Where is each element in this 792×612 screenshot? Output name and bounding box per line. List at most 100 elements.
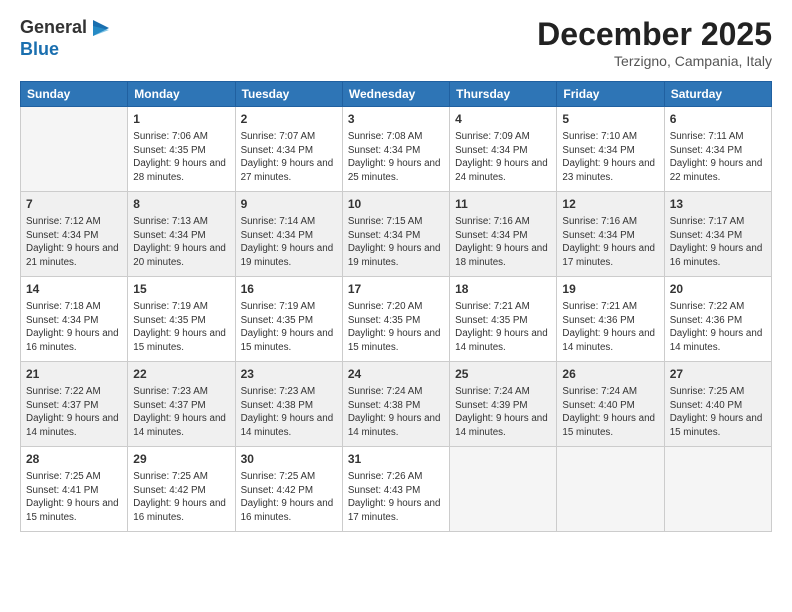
day-info: Sunrise: 7:10 AMSunset: 4:34 PMDaylight:… [562, 130, 658, 185]
day-number: 9 [241, 196, 337, 213]
calendar-cell: 4 Sunrise: 7:09 AMSunset: 4:34 PMDaylight… [450, 107, 557, 192]
day-info: Sunrise: 7:19 AMSunset: 4:35 PMDaylight:… [241, 300, 337, 355]
day-info: Sunrise: 7:21 AMSunset: 4:36 PMDaylight:… [562, 300, 658, 355]
calendar-cell [664, 447, 771, 532]
day-info: Sunrise: 7:20 AMSunset: 4:35 PMDaylight:… [348, 300, 444, 355]
day-number: 3 [348, 111, 444, 128]
calendar-body: 1Sunrise: 7:06 AMSunset: 4:35 PMDaylight… [21, 107, 772, 532]
weekday-header-sunday: Sunday [21, 82, 128, 107]
day-number: 14 [26, 281, 122, 298]
logo-icon [89, 16, 113, 40]
day-info: Sunrise: 7:25 AMSunset: 4:42 PMDaylight:… [241, 470, 337, 525]
calendar-week-row: 21Sunrise: 7:22 AMSunset: 4:37 PMDayligh… [21, 362, 772, 447]
calendar-cell: 26 Sunrise: 7:24 AMSunset: 4:40 PMDayligh… [557, 362, 664, 447]
day-number: 27 [670, 366, 766, 383]
day-number: 6 [670, 111, 766, 128]
calendar-cell: 28 Sunrise: 7:25 AMSunset: 4:41 PMDayligh… [21, 447, 128, 532]
calendar-cell: 3 Sunrise: 7:08 AMSunset: 4:34 PMDaylight… [342, 107, 449, 192]
calendar-subtitle: Terzigno, Campania, Italy [537, 53, 772, 69]
calendar-cell: 27 Sunrise: 7:25 AMSunset: 4:40 PMDayligh… [664, 362, 771, 447]
weekday-header-friday: Friday [557, 82, 664, 107]
day-number: 2 [241, 111, 337, 128]
weekday-header-wednesday: Wednesday [342, 82, 449, 107]
calendar-cell: 6Sunrise: 7:11 AMSunset: 4:34 PMDaylight… [664, 107, 771, 192]
day-number: 8 [133, 196, 229, 213]
calendar-cell: 11Sunrise: 7:16 AMSunset: 4:34 PMDayligh… [450, 192, 557, 277]
calendar-cell: 5 Sunrise: 7:10 AMSunset: 4:34 PMDaylight… [557, 107, 664, 192]
calendar-cell [21, 107, 128, 192]
day-info: Sunrise: 7:16 AMSunset: 4:34 PMDaylight:… [562, 215, 658, 270]
logo: General Blue [20, 16, 113, 60]
calendar-title: December 2025 [537, 16, 772, 53]
day-number: 10 [348, 196, 444, 213]
calendar-cell: 2Sunrise: 7:07 AMSunset: 4:34 PMDaylight… [235, 107, 342, 192]
calendar-cell: 13 Sunrise: 7:17 AMSunset: 4:34 PMDayligh… [664, 192, 771, 277]
calendar-cell: 7Sunrise: 7:12 AMSunset: 4:34 PMDaylight… [21, 192, 128, 277]
day-number: 23 [241, 366, 337, 383]
day-info: Sunrise: 7:24 AMSunset: 4:38 PMDaylight:… [348, 385, 444, 440]
day-number: 11 [455, 196, 551, 213]
day-number: 31 [348, 451, 444, 468]
day-info: Sunrise: 7:22 AMSunset: 4:36 PMDaylight:… [670, 300, 766, 355]
day-info: Sunrise: 7:25 AMSunset: 4:42 PMDaylight:… [133, 470, 229, 525]
day-number: 24 [348, 366, 444, 383]
calendar-cell: 1Sunrise: 7:06 AMSunset: 4:35 PMDaylight… [128, 107, 235, 192]
day-info: Sunrise: 7:22 AMSunset: 4:37 PMDaylight:… [26, 385, 122, 440]
calendar-cell: 30Sunrise: 7:25 AMSunset: 4:42 PMDayligh… [235, 447, 342, 532]
day-info: Sunrise: 7:26 AMSunset: 4:43 PMDaylight:… [348, 470, 444, 525]
day-info: Sunrise: 7:18 AMSunset: 4:34 PMDaylight:… [26, 300, 122, 355]
day-number: 26 [562, 366, 658, 383]
day-info: Sunrise: 7:19 AMSunset: 4:35 PMDaylight:… [133, 300, 229, 355]
day-number: 12 [562, 196, 658, 213]
day-info: Sunrise: 7:24 AMSunset: 4:40 PMDaylight:… [562, 385, 658, 440]
calendar-cell: 25Sunrise: 7:24 AMSunset: 4:39 PMDayligh… [450, 362, 557, 447]
day-number: 29 [133, 451, 229, 468]
day-number: 18 [455, 281, 551, 298]
weekday-header-saturday: Saturday [664, 82, 771, 107]
day-info: Sunrise: 7:09 AMSunset: 4:34 PMDaylight:… [455, 130, 551, 185]
calendar-cell: 24 Sunrise: 7:24 AMSunset: 4:38 PMDayligh… [342, 362, 449, 447]
day-number: 1 [133, 111, 229, 128]
day-number: 7 [26, 196, 122, 213]
calendar-cell: 17 Sunrise: 7:20 AMSunset: 4:35 PMDayligh… [342, 277, 449, 362]
weekday-header-monday: Monday [128, 82, 235, 107]
calendar-cell: 22 Sunrise: 7:23 AMSunset: 4:37 PMDayligh… [128, 362, 235, 447]
calendar-cell [557, 447, 664, 532]
day-info: Sunrise: 7:14 AMSunset: 4:34 PMDaylight:… [241, 215, 337, 270]
day-info: Sunrise: 7:08 AMSunset: 4:34 PMDaylight:… [348, 130, 444, 185]
day-info: Sunrise: 7:21 AMSunset: 4:35 PMDaylight:… [455, 300, 551, 355]
calendar-cell [450, 447, 557, 532]
calendar-week-row: 14 Sunrise: 7:18 AMSunset: 4:34 PMDayligh… [21, 277, 772, 362]
calendar-cell: 19 Sunrise: 7:21 AMSunset: 4:36 PMDayligh… [557, 277, 664, 362]
day-info: Sunrise: 7:25 AMSunset: 4:40 PMDaylight:… [670, 385, 766, 440]
calendar-cell: 9 Sunrise: 7:14 AMSunset: 4:34 PMDaylight… [235, 192, 342, 277]
day-info: Sunrise: 7:15 AMSunset: 4:34 PMDaylight:… [348, 215, 444, 270]
calendar-week-row: 1Sunrise: 7:06 AMSunset: 4:35 PMDaylight… [21, 107, 772, 192]
calendar-cell: 23 Sunrise: 7:23 AMSunset: 4:38 PMDayligh… [235, 362, 342, 447]
calendar-cell: 10 Sunrise: 7:15 AMSunset: 4:34 PMDayligh… [342, 192, 449, 277]
day-number: 20 [670, 281, 766, 298]
day-info: Sunrise: 7:25 AMSunset: 4:41 PMDaylight:… [26, 470, 122, 525]
calendar-cell: 8Sunrise: 7:13 AMSunset: 4:34 PMDaylight… [128, 192, 235, 277]
weekday-header-thursday: Thursday [450, 82, 557, 107]
day-info: Sunrise: 7:17 AMSunset: 4:34 PMDaylight:… [670, 215, 766, 270]
day-number: 19 [562, 281, 658, 298]
day-info: Sunrise: 7:23 AMSunset: 4:38 PMDaylight:… [241, 385, 337, 440]
logo-blue: Blue [20, 39, 59, 59]
day-number: 4 [455, 111, 551, 128]
calendar-cell: 12 Sunrise: 7:16 AMSunset: 4:34 PMDayligh… [557, 192, 664, 277]
calendar-cell: 16 Sunrise: 7:19 AMSunset: 4:35 PMDayligh… [235, 277, 342, 362]
day-number: 5 [562, 111, 658, 128]
day-number: 28 [26, 451, 122, 468]
header: General Blue December 2025 Terzigno, Cam… [20, 16, 772, 69]
calendar-cell: 20 Sunrise: 7:22 AMSunset: 4:36 PMDayligh… [664, 277, 771, 362]
day-number: 13 [670, 196, 766, 213]
calendar-cell: 15Sunrise: 7:19 AMSunset: 4:35 PMDayligh… [128, 277, 235, 362]
day-number: 22 [133, 366, 229, 383]
day-number: 17 [348, 281, 444, 298]
calendar-week-row: 7Sunrise: 7:12 AMSunset: 4:34 PMDaylight… [21, 192, 772, 277]
calendar-header-row: SundayMondayTuesdayWednesdayThursdayFrid… [21, 82, 772, 107]
day-number: 25 [455, 366, 551, 383]
day-number: 16 [241, 281, 337, 298]
day-info: Sunrise: 7:23 AMSunset: 4:37 PMDaylight:… [133, 385, 229, 440]
